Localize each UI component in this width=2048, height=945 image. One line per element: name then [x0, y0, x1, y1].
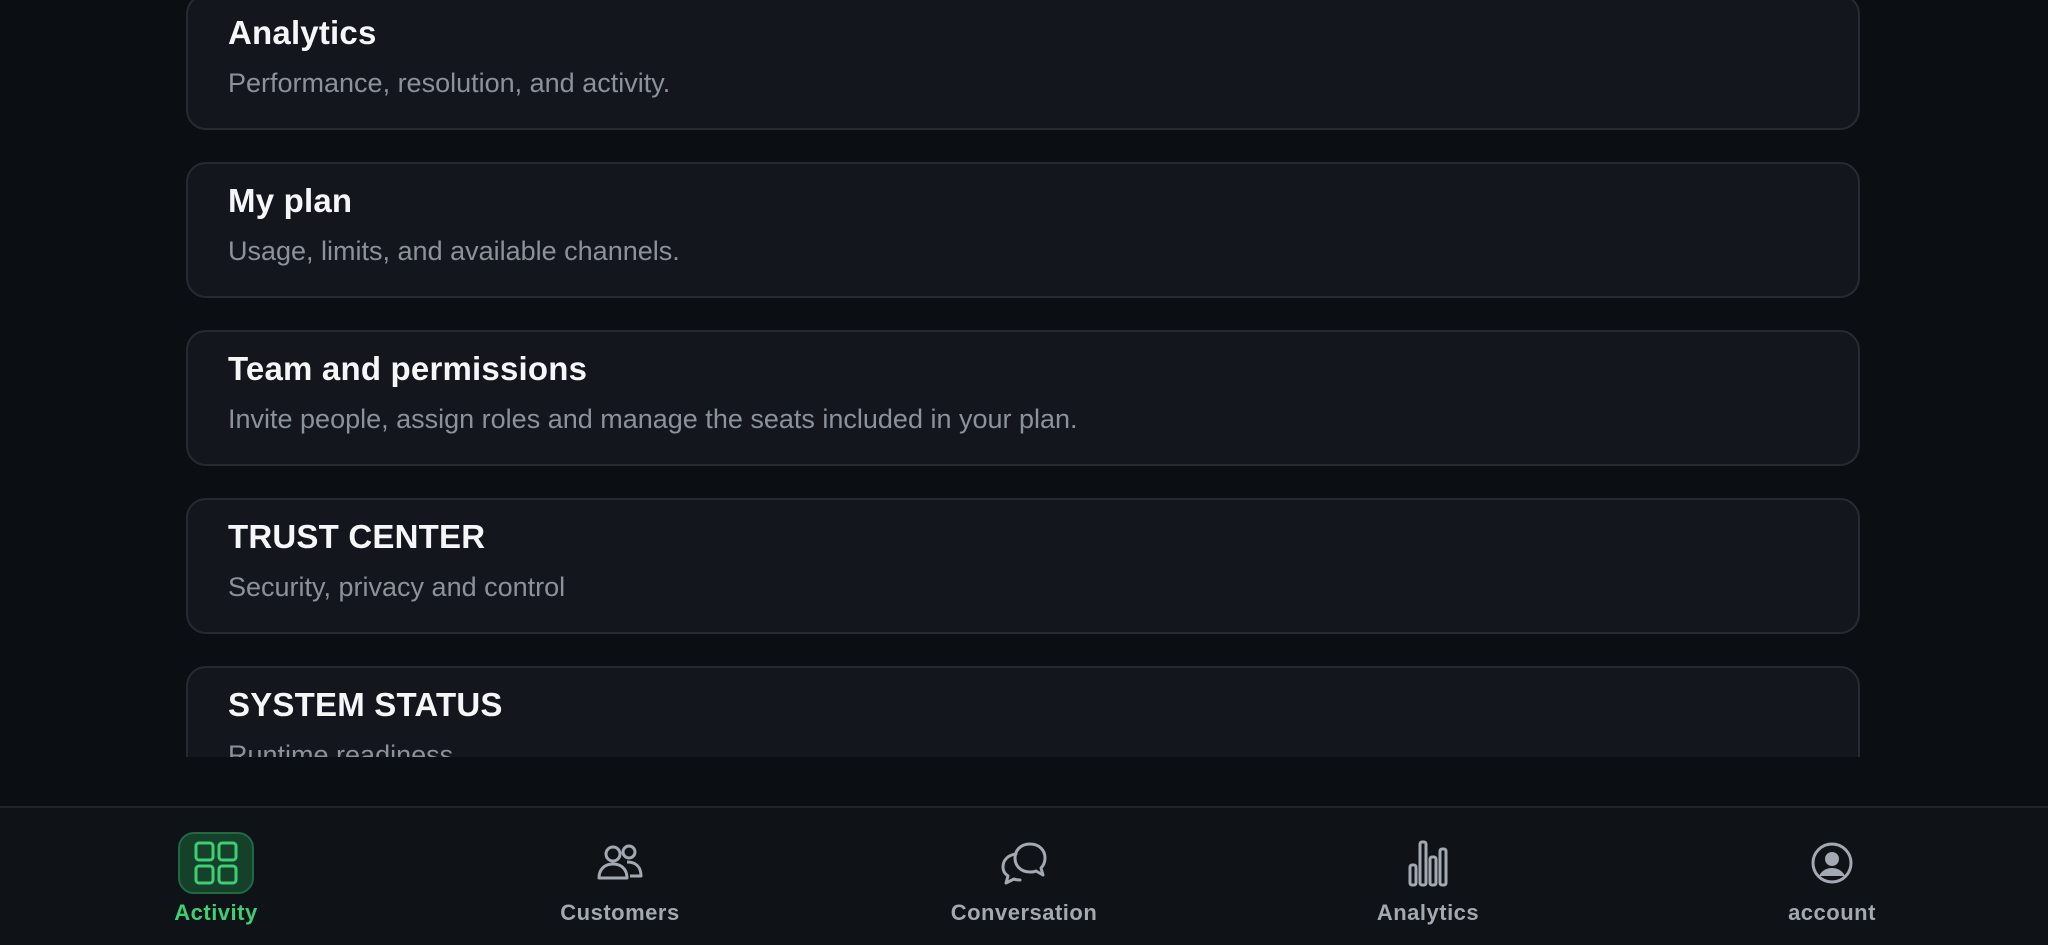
grid-icon [194, 841, 238, 885]
nav-label: account [1788, 900, 1876, 925]
users-icon [597, 844, 643, 880]
nav-account[interactable]: account [1722, 808, 1942, 945]
my-plan-card[interactable]: My plan Usage, limits, and available cha… [186, 162, 1860, 298]
card-title: Analytics [228, 14, 377, 51]
nav-conversation[interactable]: Conversation [914, 808, 1134, 945]
nav-active-indicator [178, 832, 254, 894]
settings-list[interactable]: Analytics Performance, resolution, and a… [0, 0, 2048, 757]
chat-bubbles-icon [1001, 842, 1047, 885]
bar-chart-icon [1408, 840, 1448, 887]
card-title: TRUST CENTER [228, 518, 486, 555]
settings-page: Analytics Performance, resolution, and a… [0, 0, 2048, 945]
card-title: SYSTEM STATUS [228, 686, 503, 723]
nav-activity[interactable]: Activity [106, 808, 326, 945]
trust-center-card[interactable]: TRUST CENTER Security, privacy and contr… [186, 498, 1860, 634]
nav-label: Conversation [950, 900, 1098, 925]
bottom-navigation: Activity Customers Conversation Analytic… [0, 806, 2048, 945]
nav-customers[interactable]: Customers [510, 808, 730, 945]
nav-label: Customers [560, 900, 680, 925]
analytics-card[interactable]: Analytics Performance, resolution, and a… [186, 0, 1860, 130]
card-title: My plan [228, 182, 353, 219]
system-status-card[interactable]: SYSTEM STATUS Runtime readiness [186, 666, 1860, 757]
card-description: Performance, resolution, and activity. [228, 68, 671, 98]
nav-label: Activity [174, 900, 258, 925]
card-description: Usage, limits, and available channels. [228, 236, 680, 266]
user-circle-icon [1811, 842, 1853, 884]
team-permissions-card[interactable]: Team and permissions Invite people, assi… [186, 330, 1860, 466]
card-title: Team and permissions [228, 350, 588, 387]
nav-label: Analytics [1376, 900, 1480, 925]
card-description: Security, privacy and control [228, 572, 566, 602]
card-description: Invite people, assign roles and manage t… [228, 404, 1078, 434]
nav-analytics[interactable]: Analytics [1318, 808, 1538, 945]
card-description: Runtime readiness [228, 740, 454, 757]
